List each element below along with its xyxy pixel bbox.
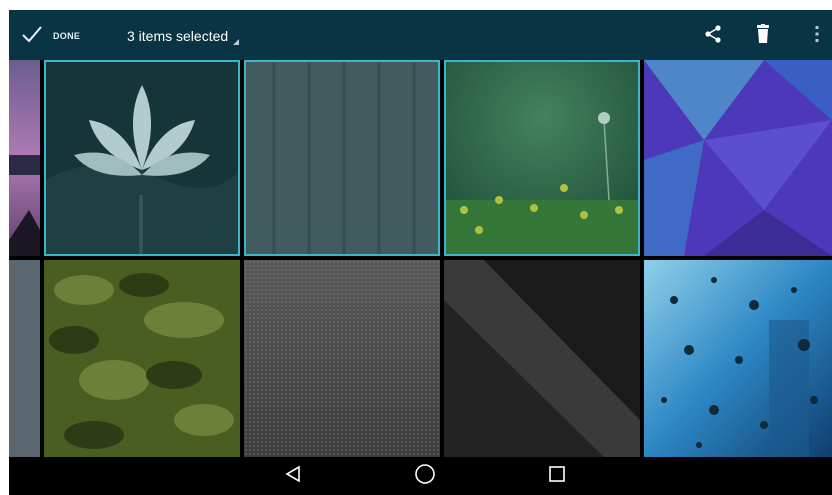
share-icon [703,24,723,49]
check-icon [21,25,43,48]
wallpaper-tile-dark-diagonal[interactable] [444,260,640,457]
wallpaper-tile-wood-planks[interactable] [244,60,440,256]
wallpaper-tile-rain-drops[interactable] [644,260,832,457]
done-button[interactable]: DONE [21,22,80,50]
wallpaper-tile-green-camouflage[interactable] [44,260,240,457]
trash-icon [755,23,771,49]
selection-dropdown-icon[interactable] [233,39,239,45]
share-button[interactable] [699,22,727,50]
more-vert-icon [814,24,820,49]
delete-button[interactable] [749,22,777,50]
wallpaper-tile-white-lotus[interactable] [44,60,240,256]
home-icon [414,463,436,490]
wallpaper-tile-blue-polygons[interactable] [644,60,832,256]
action-bar: DONE 3 items selected [9,10,832,60]
recents-button[interactable] [543,462,571,490]
overflow-menu-button[interactable] [803,22,831,50]
wallpaper-tile-grey-slate[interactable] [9,260,40,457]
wallpaper-tile-dandelion-field[interactable] [444,60,640,256]
done-label: DONE [53,31,81,41]
wallpaper-tile-sunset-lake[interactable] [9,60,40,256]
wallpaper-grid [9,60,832,457]
navigation-bar [9,457,832,495]
back-icon [283,464,303,489]
selection-count[interactable]: 3 items selected [127,28,228,44]
back-button[interactable] [279,462,307,490]
wallpaper-tile-grey-mesh[interactable] [244,260,440,457]
home-button[interactable] [411,462,439,490]
screen: DONE 3 items selected [9,10,832,495]
recents-icon [547,464,567,489]
